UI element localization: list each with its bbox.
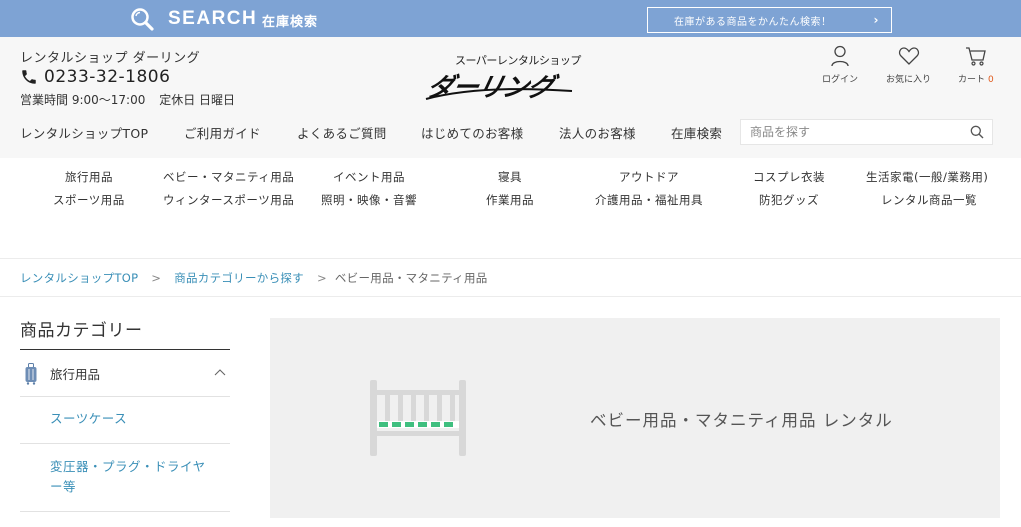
holiday: 定休日 日曜日 bbox=[159, 93, 236, 107]
breadcrumb-current: ベビー用品・マタニティ用品 bbox=[334, 271, 488, 285]
category-bedding[interactable]: 寝具 bbox=[498, 169, 522, 185]
crib-icon bbox=[370, 380, 466, 456]
breadcrumb-category[interactable]: 商品カテゴリーから探す bbox=[174, 271, 304, 285]
shop-name: レンタルショップ ダーリング bbox=[20, 51, 201, 66]
phone-icon bbox=[22, 70, 36, 84]
category-outdoor[interactable]: アウトドア bbox=[619, 169, 679, 185]
business-hours: 営業時間 9:00～17:00 定休日 日曜日 bbox=[20, 91, 245, 108]
breadcrumb-separator: > bbox=[151, 271, 162, 285]
nav-corporate[interactable]: 法人のお客様 bbox=[559, 123, 636, 142]
login-link[interactable]: ログイン bbox=[822, 45, 858, 85]
divider bbox=[0, 296, 1021, 297]
divider bbox=[0, 258, 1021, 259]
favorites-label: お気に入り bbox=[886, 75, 932, 85]
heart-icon bbox=[898, 47, 919, 65]
cart-label: カート bbox=[958, 75, 986, 85]
sidebar-title: 商品カテゴリー bbox=[20, 321, 143, 341]
top-search-bar: SEARCH 在庫検索 在庫がある商品をかんたん検索！ › bbox=[0, 0, 1021, 37]
product-search-input[interactable] bbox=[750, 125, 960, 139]
sidebar-subitem-transformer[interactable]: 変圧器・プラグ・ドライヤー等 bbox=[20, 444, 230, 512]
chevron-right-icon: › bbox=[873, 13, 879, 27]
search-icon[interactable] bbox=[130, 7, 154, 31]
nav-first-time[interactable]: はじめてのお客様 bbox=[421, 123, 523, 142]
nav-rental-top[interactable]: レンタルショップTOP bbox=[20, 123, 148, 142]
sidebar-item-travel[interactable]: 旅行用品 bbox=[20, 350, 230, 397]
product-search-box bbox=[740, 119, 993, 145]
easy-stock-search-button[interactable]: 在庫がある商品をかんたん検索！ › bbox=[647, 7, 892, 33]
breadcrumb-separator: > bbox=[316, 271, 327, 285]
easy-stock-search-label: 在庫がある商品をかんたん検索！ bbox=[674, 16, 832, 28]
sidebar-item-label: 旅行用品 bbox=[50, 366, 101, 382]
category-winter-sports[interactable]: ウィンタースポーツ用品 bbox=[163, 192, 294, 208]
nav-stock-search[interactable]: 在庫検索 bbox=[671, 123, 722, 142]
favorites-link[interactable]: お気に入り bbox=[886, 45, 931, 85]
breadcrumb: レンタルショップTOP > 商品カテゴリーから探す > ベビー用品・マタニティ用… bbox=[20, 270, 488, 286]
category-all-products[interactable]: レンタル商品一覧 bbox=[881, 192, 977, 208]
category-work[interactable]: 作業用品 bbox=[486, 192, 534, 208]
search-icon[interactable] bbox=[970, 125, 984, 139]
category-appliances[interactable]: 生活家電(一般/業務用) bbox=[866, 169, 988, 185]
banner-title: ベビー用品・マタニティ用品 レンタル bbox=[590, 411, 893, 430]
cart-icon bbox=[965, 47, 986, 66]
category-cosplay[interactable]: コスプレ衣装 bbox=[753, 169, 825, 185]
logo-subtitle: スーパーレンタルショップ bbox=[455, 54, 581, 67]
category-banner: ベビー用品・マタニティ用品 レンタル bbox=[270, 318, 1000, 518]
category-security[interactable]: 防犯グッズ bbox=[759, 192, 819, 208]
suitcase-icon bbox=[25, 363, 37, 385]
cart-count-badge: 0 bbox=[988, 75, 994, 85]
category-event[interactable]: イベント用品 bbox=[333, 169, 405, 185]
logo-swoosh bbox=[425, 88, 573, 100]
stock-search-label[interactable]: 在庫検索 bbox=[262, 11, 318, 30]
nav-faq[interactable]: よくあるご質問 bbox=[297, 123, 387, 142]
category-travel[interactable]: 旅行用品 bbox=[65, 169, 113, 185]
user-icon bbox=[831, 45, 849, 67]
nav-usage-guide[interactable]: ご利用ガイド bbox=[184, 123, 261, 142]
breadcrumb-home[interactable]: レンタルショップTOP bbox=[20, 271, 138, 285]
chevron-up-icon[interactable] bbox=[214, 368, 226, 376]
category-sports[interactable]: スポーツ用品 bbox=[53, 192, 125, 208]
category-care[interactable]: 介護用品・福祉用具 bbox=[595, 192, 703, 208]
cart-link[interactable]: カート 0 bbox=[958, 45, 994, 85]
phone-number[interactable]: 0233-32-1806 bbox=[44, 67, 170, 87]
phone-row: 0233-32-1806 bbox=[20, 67, 170, 87]
category-lighting-av[interactable]: 照明・映像・音響 bbox=[321, 192, 417, 208]
search-heading[interactable]: SEARCH bbox=[168, 8, 257, 30]
sidebar-subitem-suitcase[interactable]: スーツケース bbox=[20, 397, 230, 444]
opening-hours: 営業時間 9:00～17:00 bbox=[20, 93, 146, 107]
category-baby[interactable]: ベビー・マタニティ用品 bbox=[163, 169, 294, 185]
site-header: レンタルショップ ダーリング 0233-32-1806 営業時間 9:00～17… bbox=[0, 37, 1021, 158]
login-label: ログイン bbox=[822, 75, 859, 85]
